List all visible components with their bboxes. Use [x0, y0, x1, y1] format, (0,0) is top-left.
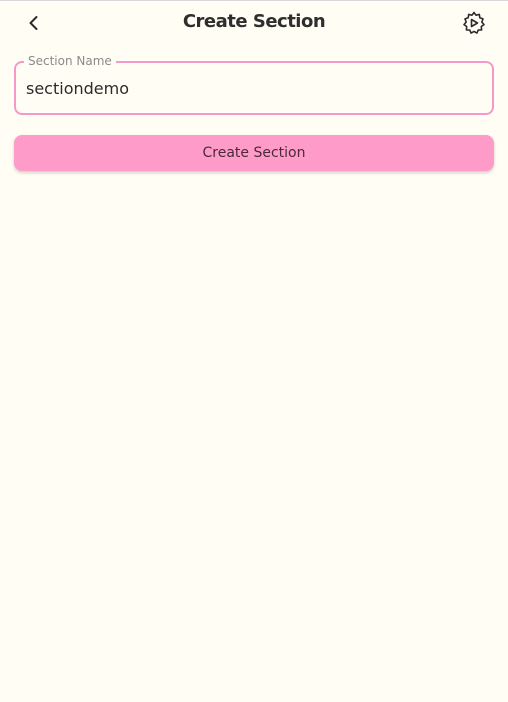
settings-button[interactable] — [460, 9, 488, 37]
section-name-input[interactable] — [26, 63, 476, 113]
gear-icon — [463, 11, 485, 34]
page-title: Create Section — [182, 11, 326, 32]
section-name-field[interactable]: Section Name — [14, 54, 494, 115]
app-bar: Create Section — [0, 1, 508, 45]
create-section-button[interactable]: Create Section — [14, 135, 494, 171]
